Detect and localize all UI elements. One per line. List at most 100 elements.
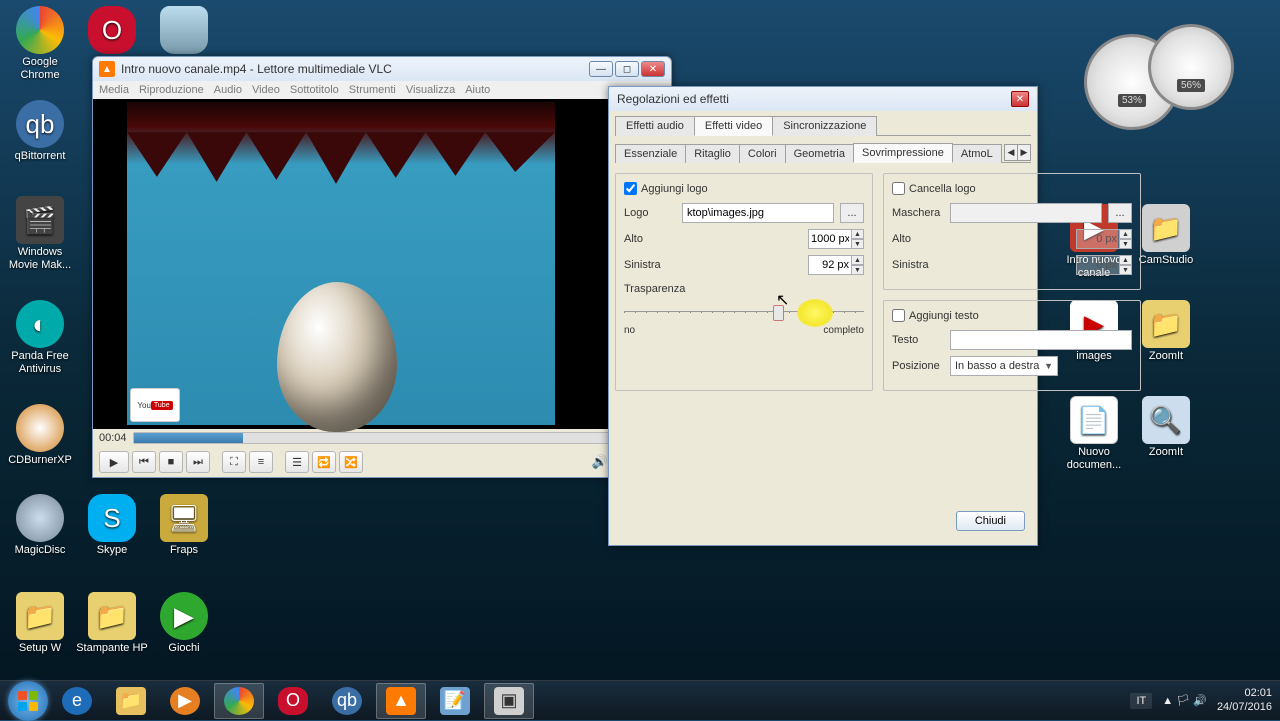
seek-bar[interactable] bbox=[133, 432, 634, 444]
desktop-icon-stampante[interactable]: 📁Stampante HP bbox=[76, 592, 148, 655]
close-button[interactable]: ✕ bbox=[641, 61, 665, 77]
mask-browse-button[interactable]: ... bbox=[1108, 203, 1132, 223]
menu-subtitle[interactable]: Sottotitolo bbox=[290, 84, 339, 96]
transparency-label: Trasparenza bbox=[624, 283, 864, 295]
tab-overlay[interactable]: Sovrimpressione bbox=[853, 143, 953, 163]
erase-logo-checkbox[interactable] bbox=[892, 182, 905, 195]
ext-settings-button[interactable]: ≡ bbox=[249, 451, 273, 473]
start-button[interactable] bbox=[8, 681, 48, 721]
tray-icons[interactable]: ▲ 🏳 🔊 bbox=[1162, 694, 1207, 707]
vlc-icon: ▲ bbox=[99, 61, 115, 77]
erase-top-input bbox=[1076, 229, 1120, 249]
spin-up[interactable]: ▲ bbox=[1119, 255, 1132, 265]
menu-playback[interactable]: Riproduzione bbox=[139, 84, 204, 96]
tab-essential[interactable]: Essenziale bbox=[615, 144, 686, 163]
tab-colors[interactable]: Colori bbox=[739, 144, 786, 163]
clock-date: 24/07/2016 bbox=[1217, 701, 1272, 714]
position-select[interactable]: In basso a destra▼ bbox=[950, 356, 1058, 376]
next-button[interactable]: ⏭ bbox=[186, 451, 210, 473]
transparency-slider[interactable] bbox=[624, 303, 864, 323]
spin-up[interactable]: ▲ bbox=[851, 255, 864, 265]
dialog-titlebar[interactable]: Regolazioni ed effetti ✕ bbox=[609, 87, 1037, 111]
gauge-value: 53% bbox=[1118, 94, 1146, 107]
prev-button[interactable]: ⏮ bbox=[132, 451, 156, 473]
menu-view[interactable]: Visualizza bbox=[406, 84, 455, 96]
taskbar-wmp[interactable]: ▶ bbox=[160, 683, 210, 719]
desktop-icon-moviemaker[interactable]: 🎬Windows Movie Mak... bbox=[4, 196, 76, 272]
logo-browse-button[interactable]: ... bbox=[840, 203, 864, 223]
desktop-icon-recycle[interactable] bbox=[148, 6, 220, 56]
maximize-button[interactable]: ◻ bbox=[615, 61, 639, 77]
text-input[interactable] bbox=[950, 330, 1132, 350]
video-viewport[interactable]: YouTube bbox=[93, 99, 671, 429]
desktop-icon-zoomit2[interactable]: 🔍ZoomIt bbox=[1130, 396, 1202, 459]
language-indicator[interactable]: IT bbox=[1130, 693, 1152, 709]
desktop-icon-chrome[interactable]: Google Chrome bbox=[4, 6, 76, 82]
tab-crop[interactable]: Ritaglio bbox=[685, 144, 740, 163]
desktop-icon-setupw[interactable]: 📁Setup W bbox=[4, 592, 76, 655]
volume-icon[interactable]: 🔊 bbox=[592, 454, 608, 470]
play-button[interactable]: ▶ bbox=[99, 451, 129, 473]
erase-sin-label: Sinistra bbox=[892, 259, 944, 271]
spin-down[interactable]: ▼ bbox=[851, 265, 864, 275]
icon-label: Setup W bbox=[4, 642, 76, 655]
dialog-close-action[interactable]: Chiudi bbox=[956, 511, 1025, 531]
menu-media[interactable]: Media bbox=[99, 84, 129, 96]
playlist-button[interactable]: ☰ bbox=[285, 451, 309, 473]
taskbar-qbit[interactable]: qb bbox=[322, 683, 372, 719]
tab-sync[interactable]: Sincronizzazione bbox=[772, 116, 877, 136]
tab-video-effects[interactable]: Effetti video bbox=[694, 116, 773, 136]
tab-geometry[interactable]: Geometria bbox=[785, 144, 854, 163]
logo-path-input[interactable] bbox=[682, 203, 834, 223]
tab-atmo[interactable]: AtmoL bbox=[952, 144, 1002, 163]
gauge-value: 56% bbox=[1177, 79, 1205, 92]
desktop-icon-fraps[interactable]: 🖥Fraps bbox=[148, 494, 220, 557]
desktop-icon-panda[interactable]: ◐Panda Free Antivirus bbox=[4, 300, 76, 376]
spin-up[interactable]: ▲ bbox=[1119, 229, 1132, 239]
mask-input bbox=[950, 203, 1102, 223]
logo-left-input[interactable] bbox=[808, 255, 852, 275]
logo-top-input[interactable] bbox=[808, 229, 852, 249]
vlc-titlebar[interactable]: ▲ Intro nuovo canale.mp4 - Lettore multi… bbox=[93, 57, 671, 81]
text-label: Testo bbox=[892, 334, 944, 346]
desktop-icon-magicdisc[interactable]: MagicDisc bbox=[4, 494, 76, 557]
spin-up[interactable]: ▲ bbox=[851, 229, 864, 239]
taskbar-opera[interactable]: O bbox=[268, 683, 318, 719]
add-logo-checkbox[interactable] bbox=[624, 182, 637, 195]
taskbar-vlc[interactable]: ▲ bbox=[376, 683, 426, 719]
loop-button[interactable]: 🔁 bbox=[312, 451, 336, 473]
tab-scroll-right[interactable]: ▶ bbox=[1017, 144, 1031, 161]
position-label: Posizione bbox=[892, 360, 944, 372]
icon-label: Stampante HP bbox=[76, 642, 148, 655]
desktop-icon-skype[interactable]: SSkype bbox=[76, 494, 148, 557]
spin-down[interactable]: ▼ bbox=[1119, 239, 1132, 249]
tab-audio-effects[interactable]: Effetti audio bbox=[615, 116, 695, 136]
taskbar-ie[interactable]: e bbox=[52, 683, 102, 719]
desktop-icon-qbittorrent[interactable]: qbqBittorrent bbox=[4, 100, 76, 163]
add-text-panel: Aggiungi testo Testo PosizioneIn basso a… bbox=[883, 300, 1141, 391]
taskbar-camstudio[interactable]: ▣ bbox=[484, 683, 534, 719]
taskbar-explorer[interactable]: 📁 bbox=[106, 683, 156, 719]
desktop-icon-doc[interactable]: 📄Nuovo documen... bbox=[1058, 396, 1130, 472]
menu-video[interactable]: Video bbox=[252, 84, 280, 96]
clock[interactable]: 02:0124/07/2016 bbox=[1217, 687, 1272, 713]
add-text-checkbox[interactable] bbox=[892, 309, 905, 322]
icon-label: Nuovo documen... bbox=[1058, 446, 1130, 472]
menu-audio[interactable]: Audio bbox=[214, 84, 242, 96]
dialog-close-button[interactable]: ✕ bbox=[1011, 91, 1029, 107]
menu-help[interactable]: Aiuto bbox=[465, 84, 490, 96]
desktop-icon-giochi[interactable]: ▶Giochi bbox=[148, 592, 220, 655]
spin-down[interactable]: ▼ bbox=[1119, 265, 1132, 275]
tab-scroll-left[interactable]: ◀ bbox=[1004, 144, 1018, 161]
stop-button[interactable]: ■ bbox=[159, 451, 183, 473]
menu-tools[interactable]: Strumenti bbox=[349, 84, 396, 96]
taskbar-notepad[interactable]: 📝 bbox=[430, 683, 480, 719]
fullscreen-button[interactable]: ⛶ bbox=[222, 451, 246, 473]
minimize-button[interactable]: — bbox=[589, 61, 613, 77]
alto-label: Alto bbox=[624, 233, 676, 245]
taskbar-chrome[interactable] bbox=[214, 683, 264, 719]
desktop-icon-cdburner[interactable]: CDBurnerXP bbox=[4, 404, 76, 467]
shuffle-button[interactable]: 🔀 bbox=[339, 451, 363, 473]
spin-down[interactable]: ▼ bbox=[851, 239, 864, 249]
mask-label: Maschera bbox=[892, 207, 944, 219]
